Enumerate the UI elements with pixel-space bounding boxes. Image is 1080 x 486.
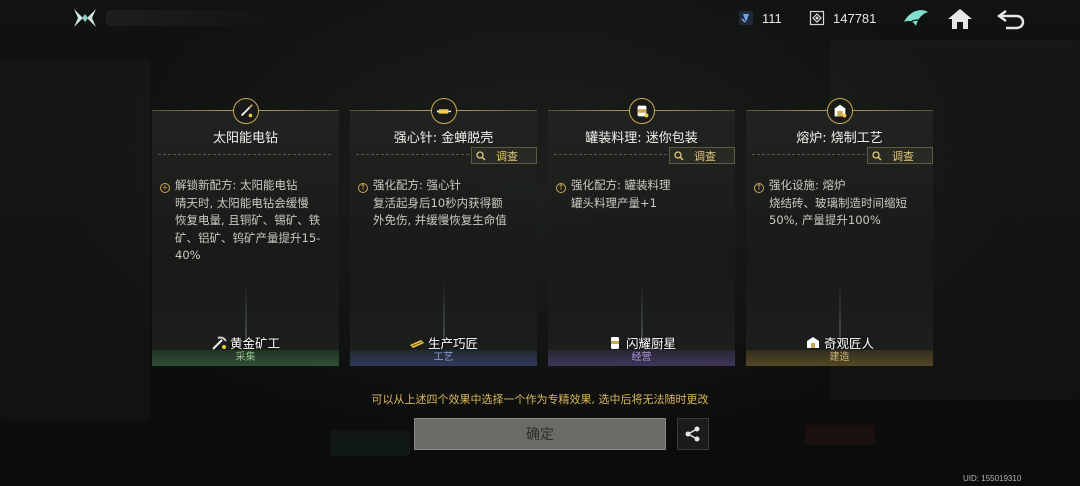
furnace-icon (826, 98, 853, 124)
light-beam (640, 281, 643, 341)
effect-line: 50%, 产量提升100% (769, 213, 881, 227)
investigate-button[interactable]: 调查 (471, 147, 537, 164)
user-id: UID: 155019310 (963, 474, 1022, 483)
specialty-card-stimulant[interactable]: 强心针: 金蝉脱壳 调查 ↑ 强化配方: 强心针 复活起身后10秒内获得额 外免伤… (350, 98, 537, 366)
investigate-button[interactable]: 调查 (867, 147, 933, 164)
category-label: 采集 (152, 350, 339, 366)
background-button-right (805, 425, 875, 445)
background-panel-left (0, 60, 150, 420)
card-title: 熔炉: 烧制工艺 (796, 131, 883, 146)
can-badge-icon (607, 336, 623, 350)
effect-line: ↑ 强化配方: 强心针 (358, 178, 462, 193)
home-icon[interactable] (946, 6, 974, 32)
gem-resource: 111 (738, 10, 782, 26)
search-icon (476, 150, 486, 161)
coin-count: 147781 (833, 10, 877, 26)
gem-icon (738, 10, 754, 26)
background-button-left (330, 430, 410, 456)
effect-line: 40% (175, 248, 201, 262)
up-arrow-icon: ↑ (358, 183, 368, 193)
category-label: 工艺 (350, 350, 537, 366)
effect-line: 复活起身后10秒内获得额 (373, 195, 503, 210)
investigate-label: 调查 (892, 149, 914, 163)
effect-line: ↑ 强化设施: 熔炉 (754, 178, 846, 193)
pickaxe-icon (211, 336, 227, 350)
light-beam (442, 281, 445, 341)
coin-icon (809, 10, 825, 26)
back-icon[interactable] (996, 6, 1025, 32)
effect-line: 矿、铝矿、钨矿产量提升15- (175, 230, 321, 245)
effect-line: 罐头料理产量+1 (571, 195, 657, 210)
gem-count: 111 (762, 10, 782, 26)
card-effect: + 解锁新配方: 太阳能电钻 晴天时, 太阳能电钻会缓慢 恢复电量, 且铜矿、锡矿… (160, 177, 331, 265)
card-title: 太阳能电钻 (212, 131, 278, 146)
share-icon (685, 426, 700, 442)
coin-resource: 147781 (809, 10, 876, 26)
category-label: 建造 (746, 350, 933, 366)
card-title: 强心针: 金蝉脱壳 (393, 131, 494, 146)
can-icon (628, 98, 655, 124)
selection-hint: 可以从上述四个效果中选择一个作为专精效果, 选中后将无法随时更改 (371, 393, 709, 406)
card-effect: ↑ 强化配方: 罐装料理 罐头料理产量+1 (556, 177, 727, 212)
search-icon (872, 150, 882, 161)
effect-line: 晴天时, 太阳能电钻会缓慢 (175, 195, 309, 210)
effect-line: 外免伤, 并缓慢恢复生命值 (373, 213, 507, 227)
light-beam (838, 281, 841, 341)
investigate-label: 调查 (694, 149, 716, 163)
craft-icon (409, 336, 425, 350)
wing-icon[interactable] (902, 6, 930, 32)
up-arrow-icon: ↑ (556, 183, 566, 193)
card-effect: ↑ 强化配方: 强心针 复活起身后10秒内获得额 外免伤, 并缓慢恢复生命值 (358, 177, 529, 230)
top-title-faded (106, 10, 286, 26)
syringe-icon (430, 98, 457, 124)
builder-icon (805, 336, 821, 350)
effect-line: + 解锁新配方: 太阳能电钻 (160, 178, 298, 193)
up-arrow-icon: ↑ (754, 183, 764, 193)
search-icon (674, 150, 684, 161)
effect-line: 烧结砖、玻璃制造时间缩短 (769, 195, 907, 210)
confirm-button[interactable]: 确定 (414, 418, 666, 450)
share-button[interactable] (677, 418, 709, 450)
specialty-card-furnace[interactable]: 熔炉: 烧制工艺 调查 ↑ 强化设施: 熔炉 烧结砖、玻璃制造时间缩短 50%, … (746, 98, 933, 366)
light-beam (244, 281, 247, 341)
drill-icon (232, 98, 259, 124)
plus-icon: + (160, 183, 170, 193)
card-effect: ↑ 强化设施: 熔炉 烧结砖、玻璃制造时间缩短 50%, 产量提升100% (754, 177, 925, 230)
investigate-label: 调查 (496, 149, 518, 163)
specialty-card-canned-food[interactable]: 罐装料理: 迷你包装 调查 ↑ 强化配方: 罐装料理 罐头料理产量+1 闪耀厨星 … (548, 98, 735, 366)
card-divider (158, 154, 331, 155)
logo-icon (72, 6, 98, 32)
specialty-card-solar-drill[interactable]: 太阳能电钻 + 解锁新配方: 太阳能电钻 晴天时, 太阳能电钻会缓慢 恢复电量, … (152, 98, 339, 366)
investigate-button[interactable]: 调查 (669, 147, 735, 164)
category-label: 经营 (548, 350, 735, 366)
card-title: 罐装料理: 迷你包装 (585, 131, 698, 146)
effect-line: 恢复电量, 且铜矿、锡矿、铁 (175, 213, 321, 227)
effect-line: ↑ 强化配方: 罐装料理 (556, 178, 671, 193)
